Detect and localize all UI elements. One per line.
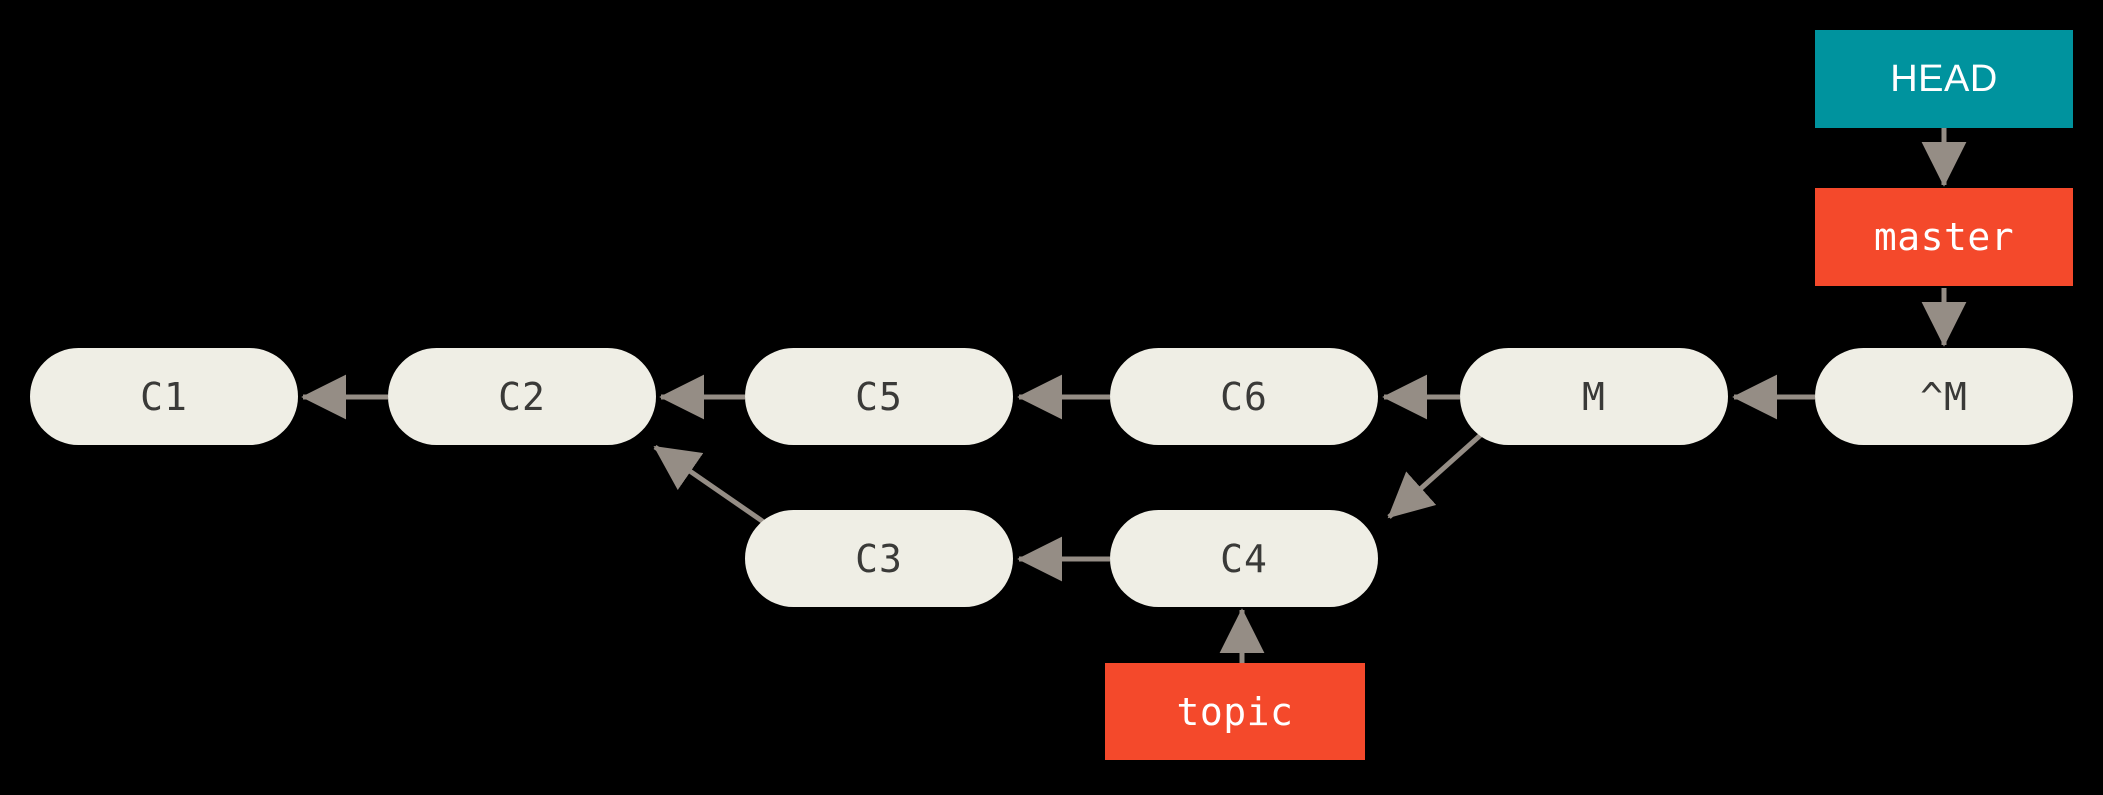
ref-label: HEAD	[1890, 58, 1998, 100]
commit-label: C3	[855, 536, 903, 581]
git-commit-graph: C1 C2 C5 C6 M ^M C3 C4 HEAD master topic	[0, 0, 2103, 795]
ref-box-master[interactable]: master	[1815, 188, 2073, 286]
commit-label: C4	[1220, 536, 1268, 581]
ref-box-topic[interactable]: topic	[1105, 663, 1365, 760]
commit-label: C5	[855, 374, 903, 419]
commit-label: C6	[1220, 374, 1268, 419]
edge-m-c4	[1387, 430, 1486, 519]
ref-box-head[interactable]: HEAD	[1815, 30, 2073, 128]
commit-node-c2[interactable]: C2	[388, 348, 656, 445]
commit-label: C1	[140, 374, 188, 419]
ref-label: master	[1873, 215, 2015, 259]
ref-label: topic	[1176, 689, 1294, 734]
commit-node-c3[interactable]: C3	[745, 510, 1013, 607]
edge-layer	[301, 128, 1967, 663]
commit-label: ^M	[1920, 374, 1968, 419]
commit-node-c5[interactable]: C5	[745, 348, 1013, 445]
commit-node-caret-m[interactable]: ^M	[1815, 348, 2073, 445]
commit-node-c6[interactable]: C6	[1110, 348, 1378, 445]
commit-node-c4[interactable]: C4	[1110, 510, 1378, 607]
commit-node-c1[interactable]: C1	[30, 348, 298, 445]
edge-c3-c2	[653, 444, 770, 528]
commit-label: M	[1582, 374, 1606, 419]
commit-label: C2	[498, 374, 546, 419]
commit-node-m[interactable]: M	[1460, 348, 1728, 445]
